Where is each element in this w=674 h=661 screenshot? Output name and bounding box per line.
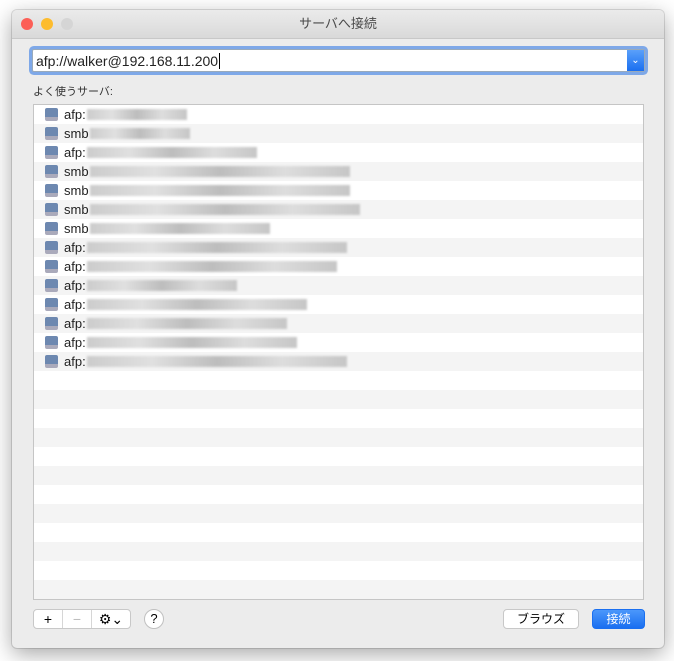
server-protocol: afp: [64, 278, 86, 293]
server-address-value: afp://walker@192.168.11.200 [36, 52, 219, 69]
redacted-server-address [89, 128, 190, 139]
help-button[interactable]: ? [144, 609, 164, 629]
server-icon [45, 165, 58, 178]
server-list-item[interactable]: afp: [34, 295, 643, 314]
server-protocol: afp: [64, 316, 86, 331]
browse-button[interactable]: ブラウズ [503, 609, 579, 629]
server-protocol: smb [64, 164, 89, 179]
server-list-item[interactable]: smb [34, 124, 643, 143]
close-button[interactable] [21, 18, 33, 30]
redacted-server-address [89, 166, 350, 177]
server-icon [45, 355, 58, 368]
list-actions: + − ⚙⌄ [33, 609, 131, 629]
redacted-server-address [89, 223, 270, 234]
connect-button[interactable]: 接続 [592, 609, 645, 629]
redacted-server-address [86, 109, 187, 120]
server-protocol: smb [64, 221, 89, 236]
server-protocol: smb [64, 202, 89, 217]
server-protocol: afp: [64, 297, 86, 312]
server-list-item[interactable]: smb [34, 181, 643, 200]
redacted-server-address [86, 337, 297, 348]
server-list-item[interactable]: smb [34, 162, 643, 181]
server-protocol: smb [64, 126, 89, 141]
server-icon [45, 317, 58, 330]
window-title: サーバへ接続 [299, 16, 377, 31]
add-server-button[interactable]: + [34, 610, 63, 628]
redacted-server-address [89, 185, 350, 196]
favorite-servers-list[interactable]: afp: smb afp: smb smb smb smb afp: afp: afp: afp: a… [33, 104, 644, 600]
remove-server-button[interactable]: − [63, 610, 92, 628]
server-list-item[interactable]: afp: [34, 276, 643, 295]
server-protocol: afp: [64, 259, 86, 274]
redacted-server-address [86, 356, 347, 367]
server-list-item[interactable]: smb [34, 219, 643, 238]
server-icon [45, 146, 58, 159]
server-protocol: smb [64, 183, 89, 198]
recent-servers-dropdown[interactable]: ⌄ [627, 50, 644, 71]
server-list-item[interactable]: smb [34, 200, 643, 219]
server-list-item[interactable]: afp: [34, 143, 643, 162]
server-icon [45, 298, 58, 311]
server-list-item[interactable]: afp: [34, 314, 643, 333]
server-list-item[interactable]: afp: [34, 105, 643, 124]
redacted-server-address [86, 280, 237, 291]
server-list-item[interactable]: afp: [34, 333, 643, 352]
server-address-input[interactable]: afp://walker@192.168.11.200 ⌄ [32, 49, 645, 72]
gear-menu-button[interactable]: ⚙⌄ [92, 610, 130, 628]
redacted-server-address [86, 299, 307, 310]
server-protocol: afp: [64, 107, 86, 122]
server-protocol: afp: [64, 335, 86, 350]
title-bar: サーバへ接続 [12, 10, 664, 39]
server-protocol: afp: [64, 240, 86, 255]
zoom-button[interactable] [61, 18, 73, 30]
redacted-server-address [89, 204, 360, 215]
connect-to-server-window: サーバへ接続 afp://walker@192.168.11.200 ⌄ よく使… [12, 10, 664, 648]
server-icon [45, 108, 58, 121]
server-icon [45, 279, 58, 292]
redacted-server-address [86, 242, 347, 253]
server-list-item[interactable]: afp: [34, 257, 643, 276]
server-icon [45, 127, 58, 140]
redacted-server-address [86, 147, 257, 158]
server-icon [45, 336, 58, 349]
server-protocol: afp: [64, 145, 86, 160]
favorites-label: よく使うサーバ: [33, 86, 113, 98]
redacted-server-address [86, 261, 337, 272]
server-icon [45, 203, 58, 216]
server-protocol: afp: [64, 354, 86, 369]
server-icon [45, 260, 58, 273]
server-icon [45, 222, 58, 235]
server-icon [45, 241, 58, 254]
server-list-item[interactable]: afp: [34, 352, 643, 371]
server-list-item[interactable]: afp: [34, 238, 643, 257]
minimize-button[interactable] [41, 18, 53, 30]
server-icon [45, 184, 58, 197]
redacted-server-address [86, 318, 287, 329]
